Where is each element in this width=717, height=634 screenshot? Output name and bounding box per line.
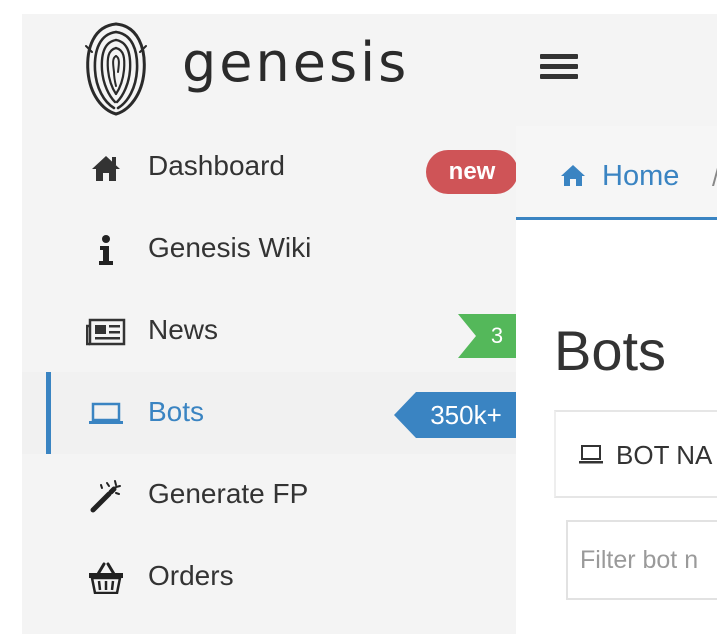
filter-field bbox=[566, 520, 717, 600]
news-count-badge: 3 bbox=[458, 314, 516, 358]
sidebar-item-generate-fp[interactable]: Generate FP bbox=[22, 454, 516, 536]
breadcrumb: Home / bbox=[516, 126, 717, 220]
home-icon bbox=[86, 148, 126, 188]
hamburger-line bbox=[540, 74, 578, 79]
sidebar-item-dashboard[interactable]: Dashboard new bbox=[22, 126, 518, 208]
laptop-icon bbox=[579, 445, 603, 464]
breadcrumb-home-link[interactable]: Home bbox=[602, 160, 679, 193]
new-badge: new bbox=[426, 150, 518, 194]
sidebar-item-orders[interactable]: Orders bbox=[22, 536, 516, 618]
info-icon bbox=[86, 230, 126, 270]
sidebar-item-label: Orders bbox=[148, 560, 234, 591]
basket-icon bbox=[86, 558, 126, 598]
hamburger-menu-button[interactable] bbox=[540, 54, 578, 84]
filter-bot-name-input[interactable] bbox=[568, 522, 717, 598]
tab-bot-name[interactable]: BOT NA bbox=[554, 410, 717, 498]
bots-count: 350k+ bbox=[430, 400, 502, 430]
sidebar: Dashboard new Genesis Wiki News 3 Bots 3… bbox=[22, 126, 518, 634]
breadcrumb-separator: / bbox=[712, 162, 717, 193]
tab-label: BOT NA bbox=[616, 440, 713, 470]
sidebar-item-label: Generate FP bbox=[148, 478, 309, 509]
magic-wand-icon bbox=[86, 476, 126, 516]
sidebar-item-genesis-wiki[interactable]: Genesis Wiki bbox=[22, 208, 516, 290]
laptop-icon bbox=[86, 394, 126, 434]
sidebar-item-label: Genesis Wiki bbox=[148, 232, 312, 263]
fingerprint-logo-icon bbox=[85, 22, 147, 116]
hamburger-line bbox=[540, 64, 578, 69]
top-header: genesis bbox=[22, 14, 717, 126]
brand-name: genesis bbox=[182, 31, 410, 94]
main-content: Home / Bots BOT NA bbox=[516, 126, 717, 634]
bots-count-badge: 350k+ bbox=[394, 392, 516, 438]
page-title: Bots bbox=[554, 319, 667, 382]
news-count: 3 bbox=[490, 323, 504, 348]
app-frame: genesis Dashboard new Genesis Wiki News … bbox=[22, 14, 717, 634]
sidebar-item-label: Bots bbox=[148, 396, 205, 427]
sidebar-item-label: News bbox=[148, 314, 219, 345]
sidebar-item-label: Dashboard bbox=[148, 150, 285, 181]
hamburger-line bbox=[540, 54, 578, 59]
sidebar-item-bots[interactable]: Bots 350k+ bbox=[22, 372, 516, 454]
newspaper-icon bbox=[86, 312, 126, 352]
home-icon bbox=[561, 165, 585, 186]
active-indicator bbox=[46, 372, 51, 454]
sidebar-item-news[interactable]: News 3 bbox=[22, 290, 516, 372]
